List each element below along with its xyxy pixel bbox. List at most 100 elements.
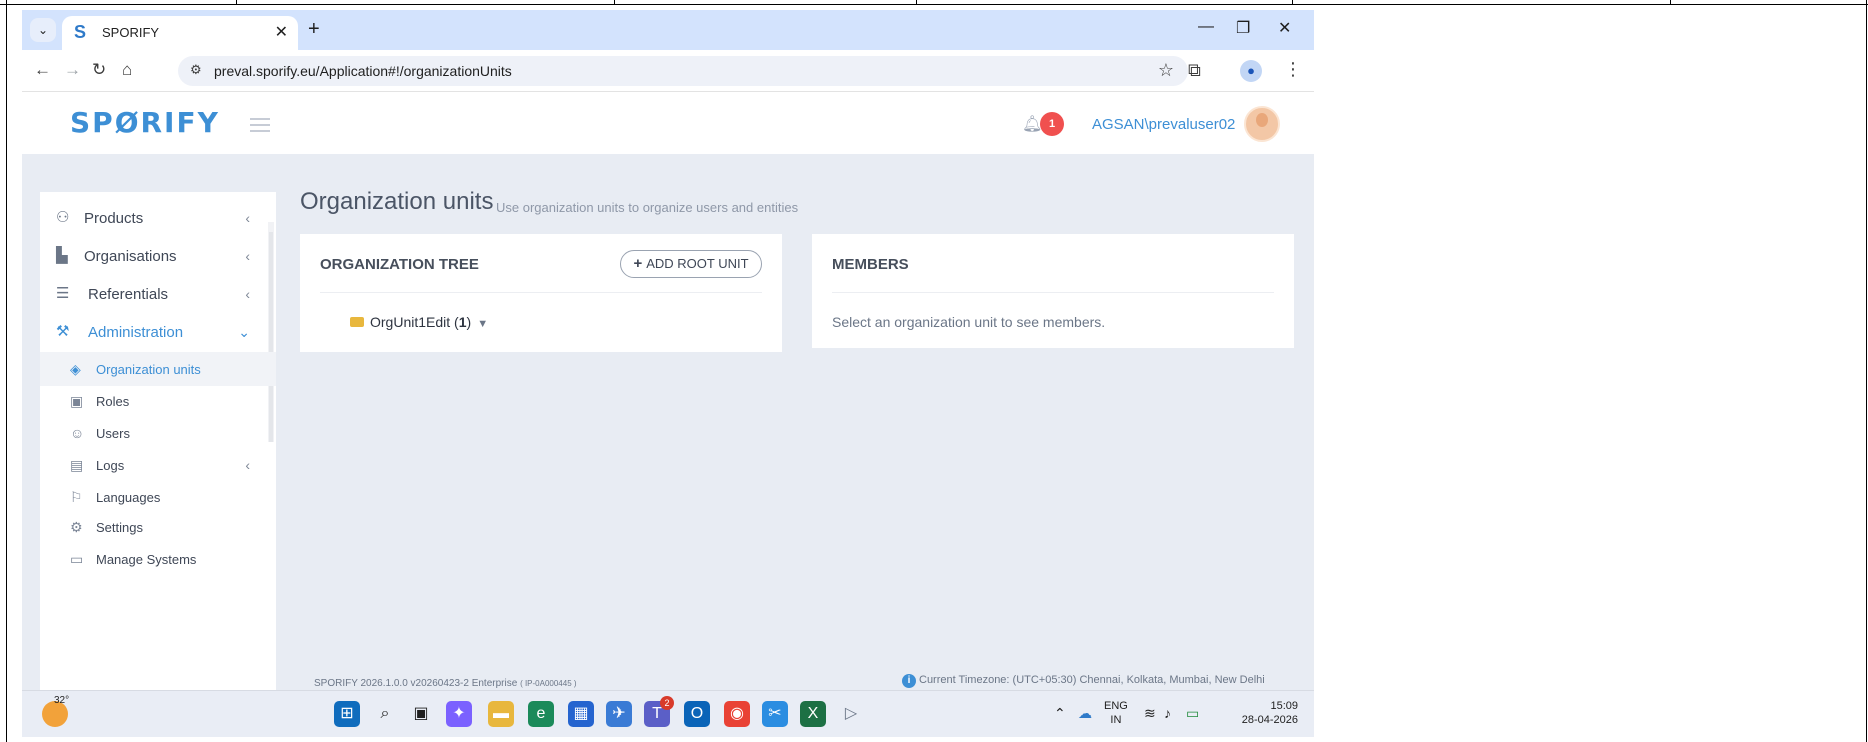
avatar[interactable]	[1244, 106, 1280, 142]
timezone-footer: i Current Timezone: (UTC+05:30) Chennai, …	[902, 674, 1265, 688]
sidebar-item-label: Referentials	[88, 286, 169, 303]
profile-icon[interactable]: ●	[1240, 60, 1262, 82]
add-root-unit-button[interactable]: + ADD ROOT UNIT	[620, 250, 762, 278]
teams-icon[interactable]: T2	[644, 696, 674, 727]
reload-icon[interactable]: ↻	[92, 60, 106, 80]
sidebar-subitem-label: Settings	[96, 520, 143, 535]
remote-app-icon[interactable]: ✈	[606, 701, 632, 727]
sidebar-subitem-manage-systems[interactable]: ▭ Manage Systems	[40, 542, 276, 576]
gear-icon: ⚙	[70, 519, 83, 535]
sidebar-subitem-languages[interactable]: ⚐ Languages	[40, 480, 276, 514]
chrome-icon[interactable]: ◉	[724, 701, 750, 727]
sidebar-subitem-logs[interactable]: ▤ Logs ‹	[40, 448, 276, 482]
teams-badge: 2	[660, 696, 674, 710]
volume-icon[interactable]: ♪	[1164, 705, 1171, 721]
search-icon[interactable]: ⌕	[372, 701, 398, 727]
sidebar-item-label: Organisations	[84, 248, 177, 265]
address-bar-row: ← → ↻ ⌂ ⚙ preval.sporify.eu/Application#…	[22, 50, 1314, 92]
frame-line	[1866, 0, 1867, 742]
chevron-up-icon[interactable]: ⌃	[1054, 705, 1066, 722]
system-clock[interactable]: 15:09 28-04-2026	[1232, 699, 1298, 727]
sidebar-item-referentials[interactable]: ☰ Referentials ‹	[40, 274, 268, 314]
timezone-text: Current Timezone: (UTC+05:30) Chennai, K…	[919, 674, 1265, 686]
frame-line	[1670, 0, 1671, 5]
frame-line	[1292, 0, 1293, 5]
battery-icon[interactable]: ▭	[1186, 705, 1199, 722]
sidebar-subitem-roles[interactable]: ▣ Roles	[40, 384, 276, 418]
sidebar-item-administration[interactable]: ⚒ Administration ⌄	[40, 312, 268, 352]
organization-tree-panel: ORGANIZATION TREE + ADD ROOT UNIT OrgUnit…	[300, 234, 782, 352]
briefcase-icon: ▣	[70, 393, 84, 409]
flag-icon: ⚐	[70, 489, 83, 505]
file-explorer-icon[interactable]: ▬	[488, 701, 514, 727]
minimize-button[interactable]: —	[1198, 18, 1214, 36]
excel-icon[interactable]: X	[800, 701, 826, 727]
chevron-left-icon: ‹	[245, 457, 250, 473]
sidebar-subitem-label: Manage Systems	[96, 552, 197, 567]
snipping-icon[interactable]: ✂	[762, 701, 788, 727]
tab-title: SPORIFY	[102, 25, 160, 40]
language-code: ENG	[1104, 700, 1128, 712]
sidebar-subitem-settings[interactable]: ⚙ Settings	[40, 510, 276, 544]
sidebar-subitem-label: Organization units	[96, 362, 201, 377]
url-field[interactable]: ⚙ preval.sporify.eu/Application#!/organi…	[178, 56, 1188, 86]
book-icon: ▤	[70, 457, 84, 473]
browser-window: ⌄ S SPORIFY ✕ + — ❐ ✕ ← → ↻ ⌂ ⚙ preval.s…	[22, 10, 1314, 737]
tab-strip: ⌄ S SPORIFY ✕ + — ❐ ✕	[22, 10, 1314, 50]
back-icon[interactable]: ←	[34, 60, 51, 80]
list-icon: ☰	[56, 285, 70, 302]
windows-start-icon[interactable]: ⊞	[334, 701, 360, 727]
tab-close-icon[interactable]: ✕	[275, 22, 288, 42]
windows-taskbar: 32° ⊞ ⌕ ▣ ✦ ▬ e ▦ ✈ T2 O ◉ ✂ X ▷ ⌃ ☁ ENG…	[22, 690, 1314, 737]
plus-icon: +	[633, 255, 643, 272]
sidebar-subitem-users[interactable]: ☺ Users	[40, 416, 276, 450]
url-text: preval.sporify.eu/Application#!/organiza…	[214, 63, 512, 79]
sidebar-item-products[interactable]: ⚇ Products ‹	[40, 198, 268, 238]
factory-icon: ▙	[56, 247, 68, 264]
logo-text-part: Ø	[114, 106, 141, 139]
onedrive-icon[interactable]: ☁	[1078, 705, 1092, 722]
browser-menu-icon[interactable]: ⋮	[1284, 59, 1302, 80]
layers-icon: ◈	[70, 361, 81, 377]
task-view-icon[interactable]: ▣	[408, 701, 434, 727]
browser-tab[interactable]: S SPORIFY ✕	[62, 16, 298, 50]
language-indicator[interactable]: ENG IN	[1104, 699, 1128, 727]
laptop-icon: ▭	[70, 551, 84, 567]
frame-line	[916, 0, 917, 5]
panel-title: ORGANIZATION TREE	[320, 256, 479, 273]
tab-search-button[interactable]: ⌄	[30, 18, 56, 42]
bookmark-star-icon[interactable]: ☆	[1158, 60, 1174, 81]
sidebar-subitem-label: Languages	[96, 490, 161, 505]
app-header: SPØRIFY 🔔︎ 1 AGSAN\prevaluser02	[22, 92, 1314, 154]
sidebar-item-organisations[interactable]: ▙ Organisations ‹	[40, 236, 268, 276]
forward-icon[interactable]: →	[64, 60, 81, 80]
sidebar-subitem-label: Roles	[96, 394, 130, 409]
outlook-icon[interactable]: O	[684, 701, 710, 727]
version-text: SPORIFY 2026.1.0.0 v20260423-2 Enterpris…	[314, 678, 518, 689]
close-window-button[interactable]: ✕	[1278, 18, 1291, 38]
media-player-icon[interactable]: ▷	[838, 701, 864, 727]
new-tab-button[interactable]: +	[308, 18, 320, 41]
home-icon[interactable]: ⌂	[122, 60, 132, 80]
sidebar-subitem-organization-units[interactable]: ◈ Organization units	[40, 352, 276, 386]
page-title: Organization units	[300, 188, 494, 215]
edge-icon[interactable]: e	[528, 701, 554, 727]
store-icon[interactable]: ▦	[568, 701, 594, 727]
caret-down-icon[interactable]: ▼	[477, 318, 488, 330]
copilot-icon[interactable]: ✦	[446, 701, 472, 727]
chevron-left-icon: ‹	[245, 248, 250, 264]
frame-line	[0, 4, 1868, 5]
sporify-logo[interactable]: SPØRIFY	[70, 106, 220, 139]
tree-node[interactable]: OrgUnit1Edit (1) ▼	[350, 314, 488, 330]
wifi-icon[interactable]: ≋	[1144, 705, 1156, 722]
logo-text-part: SP	[70, 106, 115, 139]
notification-badge[interactable]: 1	[1040, 112, 1064, 136]
version-footer: SPORIFY 2026.1.0.0 v20260423-2 Enterpris…	[314, 678, 577, 689]
sidebar-subitem-label: Users	[96, 426, 130, 441]
menu-toggle-icon[interactable]	[250, 118, 270, 132]
restore-button[interactable]: ❐	[1236, 18, 1250, 38]
site-info-icon[interactable]: ⚙	[190, 62, 202, 78]
username-label[interactable]: AGSAN\prevaluser02	[1092, 116, 1235, 133]
extensions-icon[interactable]: ⧉	[1188, 60, 1201, 81]
divider	[832, 292, 1274, 293]
